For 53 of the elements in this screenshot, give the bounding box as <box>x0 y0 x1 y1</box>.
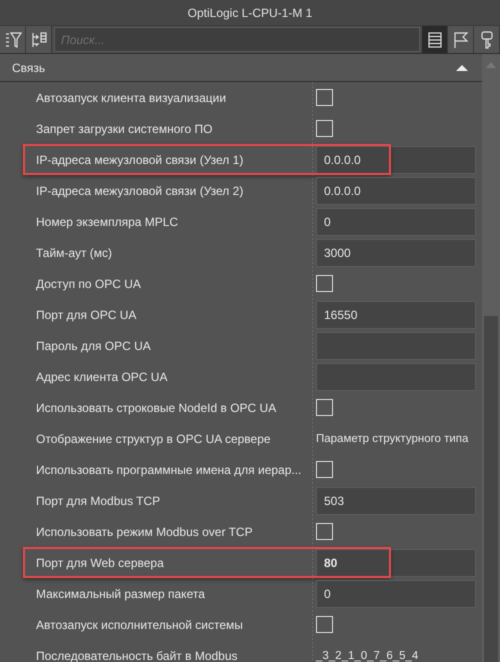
value-field[interactable]: 0 <box>316 580 476 608</box>
property-label: Тайм-аут (мс) <box>36 246 114 260</box>
property-value: _3_2_1_0_7_6_5_4 <box>316 650 418 662</box>
sort-filter-button[interactable] <box>0 26 26 53</box>
property-value: Параметр структурного типа <box>316 432 468 444</box>
property-label: Порт для OPC UA <box>36 308 138 322</box>
scrollbar-thumb[interactable] <box>484 316 498 662</box>
checkbox[interactable] <box>316 523 333 540</box>
value-field[interactable]: 16550 <box>316 300 476 328</box>
property-label: Использовать режим Modbus over TCP <box>36 524 254 538</box>
scrollbar[interactable] <box>482 54 500 662</box>
property-label: Номер экземпляра MPLC <box>36 214 180 228</box>
list-icon[interactable] <box>426 30 442 48</box>
checkbox[interactable] <box>316 89 333 106</box>
value-field[interactable]: 80 <box>316 548 476 576</box>
property-label: Последовательность байт в Modbus <box>36 648 239 662</box>
checkbox[interactable] <box>316 461 333 478</box>
property-label: Адрес клиента OPC UA <box>36 370 168 384</box>
property-label: Доступ по OPC UA <box>36 276 142 290</box>
window-title: OptiLogic L-CPU-1-M 1 <box>188 6 312 20</box>
key-icon[interactable] <box>480 30 494 48</box>
property-label: Использовать программные имена для иерар... <box>36 462 302 476</box>
key-button[interactable] <box>474 26 500 53</box>
value-field[interactable] <box>316 362 476 390</box>
checkbox[interactable] <box>316 616 333 633</box>
list-view-button[interactable] <box>422 26 448 53</box>
tree-button[interactable] <box>26 26 52 53</box>
value-field[interactable]: 3000 <box>316 238 476 266</box>
property-label: Порт для Web сервера <box>36 556 165 570</box>
value-field[interactable]: 0.0.0.0 <box>316 176 476 204</box>
property-label: Автозапуск исполнительной системы <box>36 618 244 632</box>
property-label: Автозапуск клиента визуализации <box>36 90 228 104</box>
property-label: IP-адреса межузловой связи (Узел 1) <box>36 152 244 166</box>
checkbox[interactable] <box>316 399 333 416</box>
collapse-icon[interactable] <box>456 64 468 72</box>
property-label: Пароль для OPC UA <box>36 338 152 352</box>
section-title: Связь <box>12 60 46 74</box>
flag-icon[interactable] <box>452 30 470 48</box>
filter-icon[interactable] <box>4 30 22 48</box>
property-label: Использовать строковые NodeId в OPC UA <box>36 400 278 414</box>
property-label: Максимальный размер пакета <box>36 586 206 600</box>
property-label: Отображение структур в OPC UA сервере <box>36 432 272 446</box>
value-field[interactable]: 0 <box>316 208 476 236</box>
flag-button[interactable] <box>448 26 474 53</box>
tree-icon[interactable] <box>30 30 48 48</box>
checkbox[interactable] <box>316 120 333 137</box>
checkbox[interactable] <box>316 275 333 292</box>
value-field[interactable]: 0.0.0.0 <box>316 146 476 174</box>
property-label: Порт для Modbus TCP <box>36 494 162 508</box>
property-label: IP-адреса межузловой связи (Узел 2) <box>36 184 244 198</box>
value-field[interactable]: 503 <box>316 486 476 514</box>
value-field[interactable] <box>316 332 476 360</box>
property-label: Запрет загрузки системного ПО <box>36 122 214 136</box>
